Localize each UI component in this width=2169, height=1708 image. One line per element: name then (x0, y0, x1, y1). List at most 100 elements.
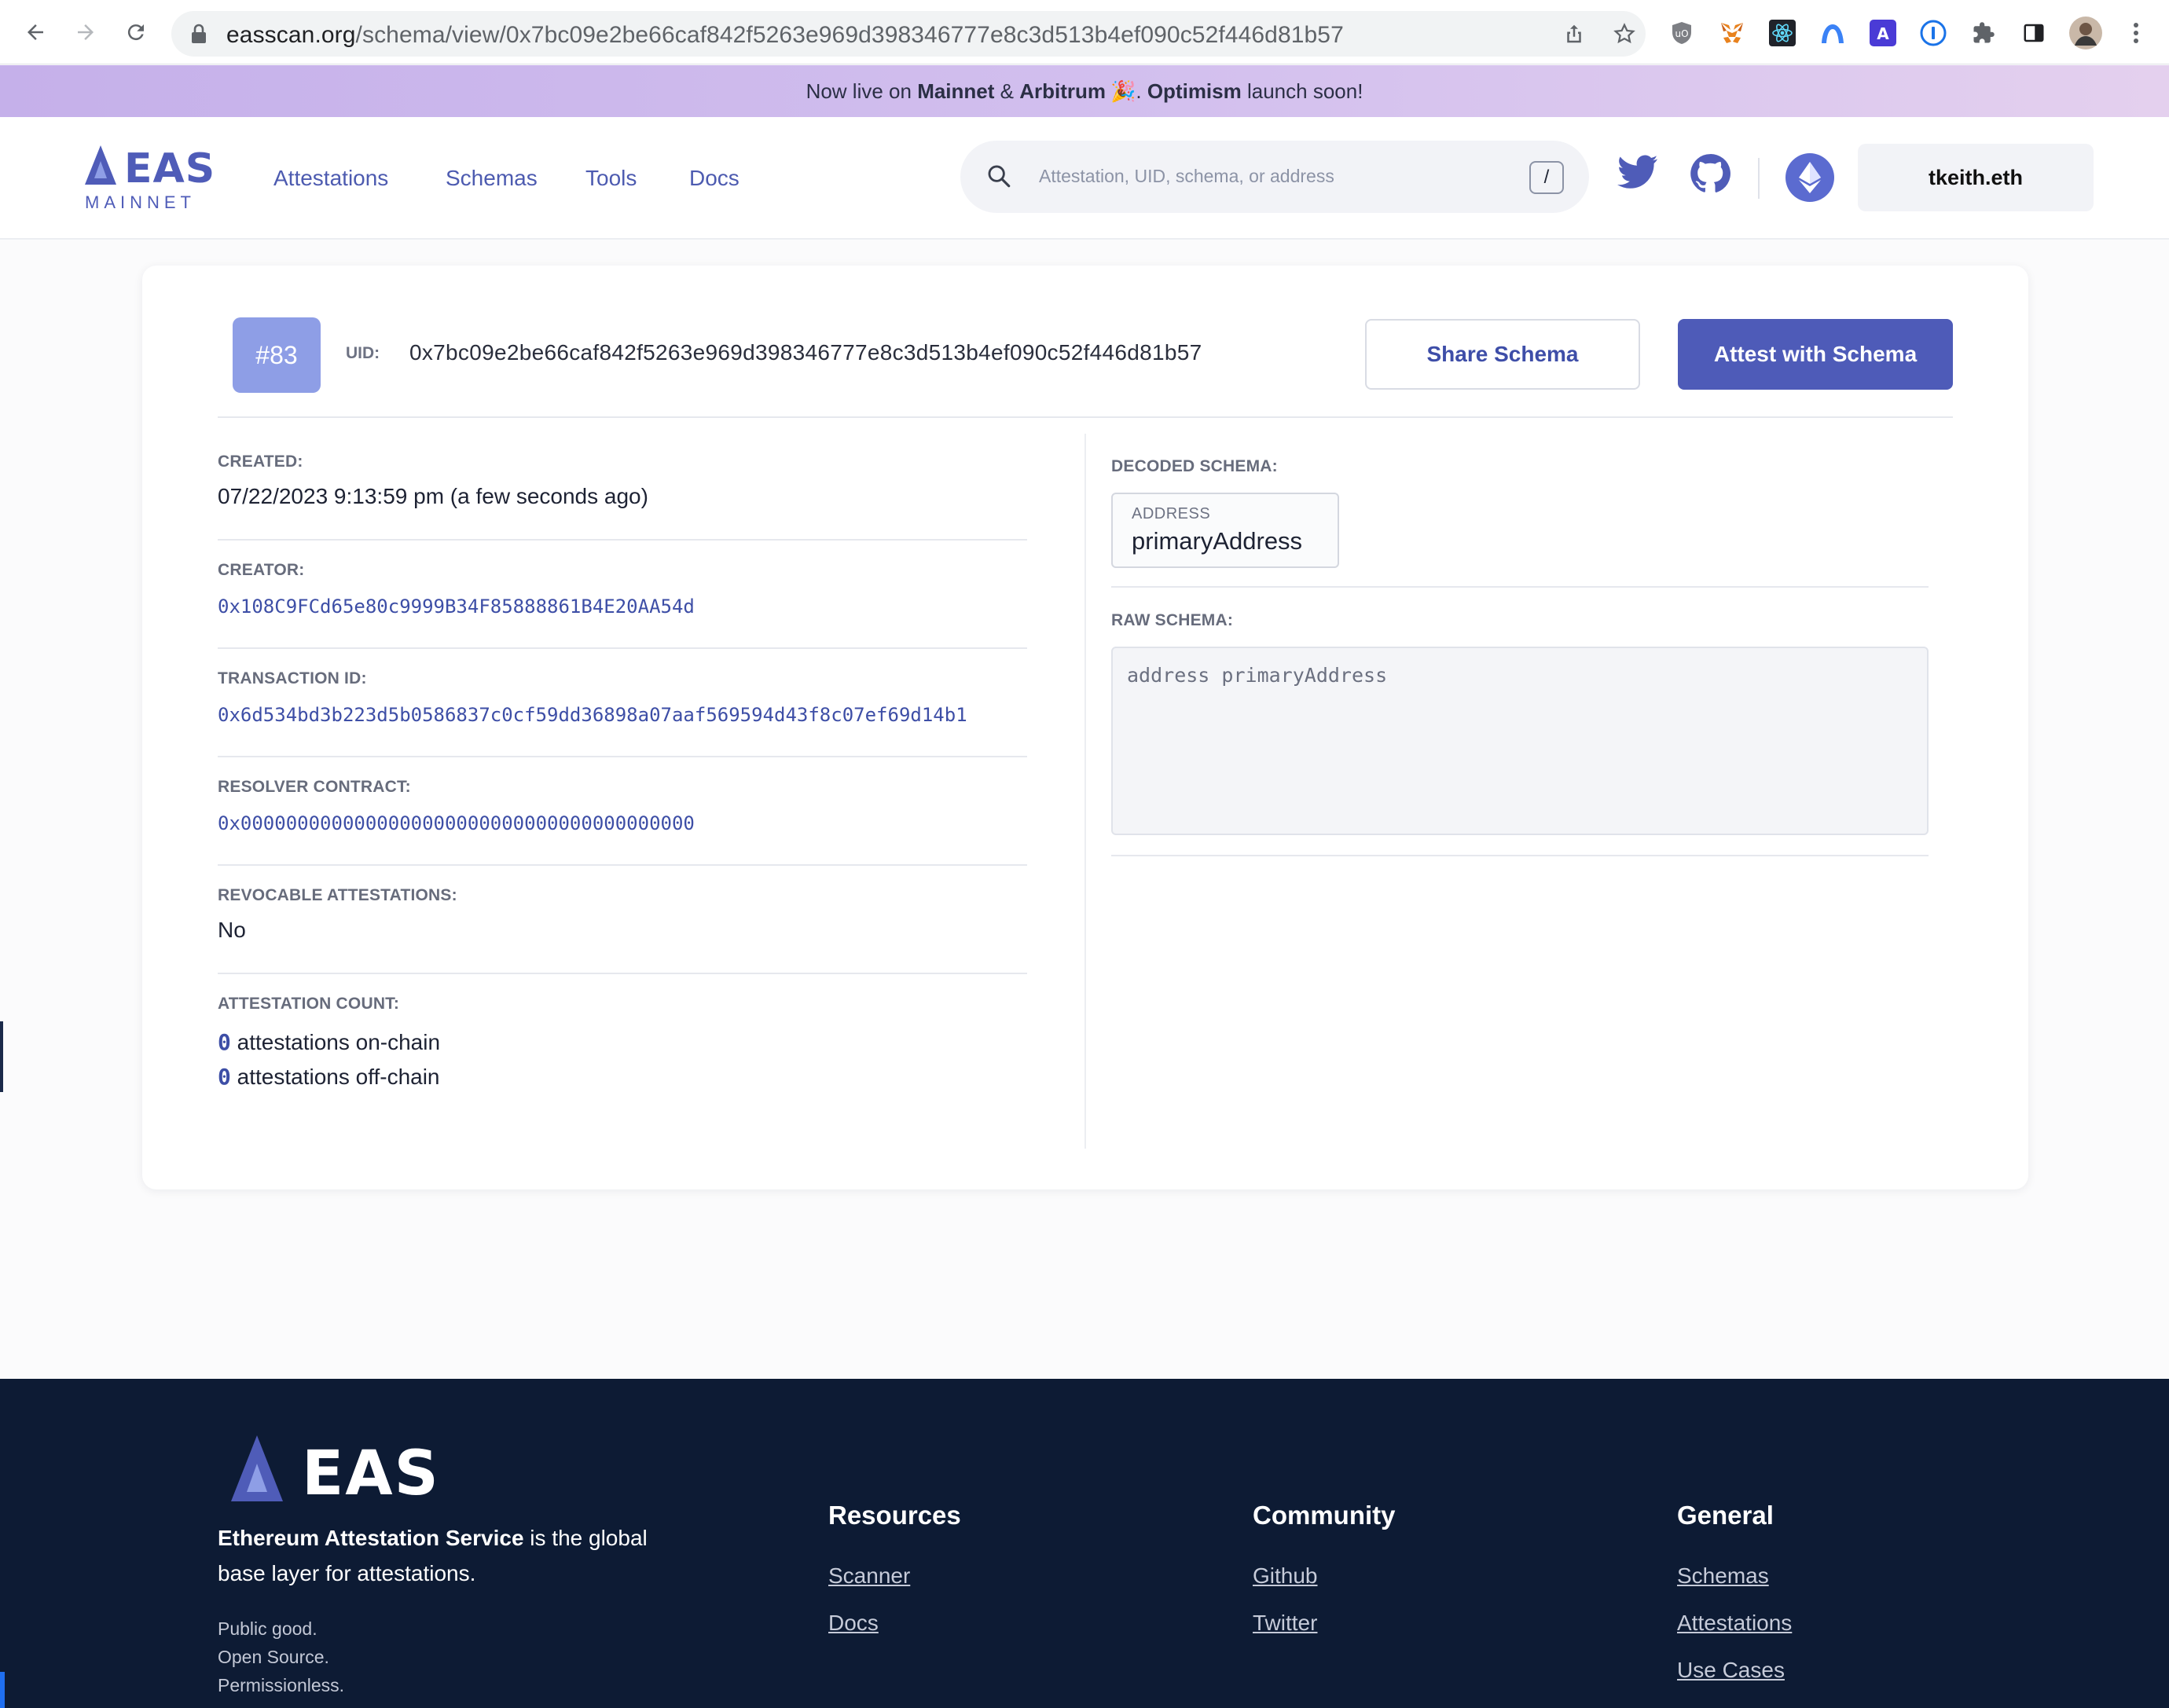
footer-logo[interactable]: EAS (229, 1434, 465, 1512)
transaction-id-link[interactable]: 0x6d534bd3b223d5b0586837c0cf59dd36898a07… (218, 704, 967, 726)
transaction-field: TRANSACTION ID: 0x6d534bd3b223d5b0586837… (218, 669, 1027, 757)
reload-icon[interactable] (118, 14, 154, 50)
side-panel-icon[interactable] (2020, 19, 2048, 47)
search-shortcut-key: / (1529, 161, 1564, 194)
offchain-count: 0 attestations off-chain (218, 1064, 440, 1090)
schema-number-badge: #83 (233, 317, 321, 393)
decoded-field-name: primaryAddress (1132, 527, 1303, 555)
decoded-field-type: ADDRESS (1132, 505, 1211, 522)
resolver-address-link[interactable]: 0x00000000000000000000000000000000000000… (218, 812, 695, 834)
uid-label: UID: (346, 344, 380, 362)
right-divider (1111, 586, 1929, 588)
raw-schema-title: RAW SCHEMA: (1111, 611, 1234, 629)
created-field: CREATED: 07/22/2023 9:13:59 pm (a few se… (218, 453, 1027, 541)
browser-menu-icon[interactable] (2122, 19, 2150, 47)
footer-link-scanner[interactable]: Scanner (828, 1563, 910, 1589)
1password-extension-icon[interactable] (1919, 19, 1947, 47)
logo-wordmark: EAS (124, 145, 216, 192)
wallet-button[interactable]: tkeith.eth (1858, 144, 2094, 211)
ethereum-network-icon[interactable] (1785, 153, 1834, 202)
search-bar[interactable]: Attestation, UID, schema, or address / (960, 141, 1589, 213)
footer-sub-line: Public good. (218, 1618, 317, 1639)
ublock-extension-icon[interactable]: uO (1668, 19, 1696, 47)
onchain-count-text: attestations on-chain (230, 1030, 441, 1054)
share-page-icon[interactable] (1562, 22, 1587, 47)
creator-field: CREATOR: 0x108C9FCd65e80c9999B34F8588886… (218, 561, 1027, 649)
eas-pyramid-icon (85, 145, 116, 185)
forward-icon[interactable] (68, 14, 104, 50)
offchain-count-text: attestations off-chain (230, 1065, 440, 1089)
banner-amp: & (994, 79, 1020, 103)
tagline-bold: Ethereum Attestation Service (218, 1526, 524, 1550)
metamask-extension-icon[interactable] (1718, 19, 1746, 47)
column-divider (1084, 434, 1086, 1149)
revocable-value: No (218, 918, 246, 942)
footer-general-title: General (1677, 1501, 1774, 1530)
github-icon[interactable] (1690, 153, 1730, 198)
back-icon[interactable] (17, 14, 53, 50)
footer-resources-title: Resources (828, 1501, 961, 1530)
nav-attestations[interactable]: Attestations (273, 166, 388, 191)
onchain-count: 0 attestations on-chain (218, 1029, 440, 1055)
arc-extension-icon[interactable] (1819, 19, 1847, 47)
nav-tools[interactable]: Tools (585, 166, 637, 191)
footer-link-use-cases[interactable]: Use Cases (1677, 1658, 1785, 1683)
field-divider (218, 539, 1027, 541)
banner-arbitrum: Arbitrum (1019, 79, 1106, 103)
svg-text:A: A (1877, 24, 1889, 43)
field-divider (218, 756, 1027, 757)
onchain-count-number[interactable]: 0 (218, 1029, 231, 1055)
site-header: EAS MAINNET Attestations Schemas Tools D… (0, 117, 2169, 240)
field-divider (218, 864, 1027, 866)
search-input[interactable]: Attestation, UID, schema, or address (1039, 166, 1334, 187)
footer-pyramid-icon (231, 1435, 283, 1501)
url-host: easscan.org (226, 22, 356, 48)
raw-schema-text: address primaryAddress (1127, 664, 1388, 687)
footer-link-attestations[interactable]: Attestations (1677, 1611, 1792, 1636)
header-divider (1758, 158, 1760, 199)
schema-card: #83 UID: 0x7bc09e2be66caf842f5263e969d39… (142, 266, 2028, 1189)
nav-docs[interactable]: Docs (689, 166, 740, 191)
decoded-schema-label: DECODED SCHEMA: (1111, 457, 1929, 476)
created-label: CREATED: (218, 453, 303, 471)
react-devtools-icon[interactable] (1768, 19, 1796, 47)
attestation-count-field: ATTESTATION COUNT: 0 attestations on-cha… (218, 995, 1027, 1090)
footer-link-twitter[interactable]: Twitter (1253, 1611, 1317, 1636)
footer-community-title: Community (1253, 1501, 1396, 1530)
profile-avatar-icon[interactable] (2068, 16, 2103, 50)
eas-logo[interactable]: EAS MAINNET (82, 144, 215, 214)
address-bar[interactable]: easscan.org/schema/view/0x7bc09e2be66caf… (171, 11, 1646, 57)
left-edge-strip (0, 1021, 3, 1092)
offchain-count-number[interactable]: 0 (218, 1064, 231, 1090)
footer-logo-wordmark: EAS (302, 1439, 440, 1509)
extensions-puzzle-icon[interactable] (1969, 19, 1998, 47)
revocable-label: REVOCABLE ATTESTATIONS: (218, 886, 457, 904)
resolver-field: RESOLVER CONTRACT: 0x0000000000000000000… (218, 778, 1027, 866)
site-footer: EAS Ethereum Attestation Service is the … (0, 1379, 2169, 1708)
decoded-schema-chip: ADDRESS primaryAddress (1111, 493, 1339, 568)
browser-toolbar: easscan.org/schema/view/0x7bc09e2be66caf… (0, 0, 2169, 64)
svg-text:uO: uO (1675, 28, 1688, 39)
banner-optimism: Optimism (1147, 79, 1242, 103)
attest-with-schema-button[interactable]: Attest with Schema (1678, 319, 1953, 390)
revocable-field: REVOCABLE ATTESTATIONS: No (218, 886, 1027, 974)
creator-address-link[interactable]: 0x108C9FCd65e80c9999B34F85888861B4E20AA5… (218, 596, 695, 618)
lock-icon[interactable] (190, 24, 207, 48)
card-divider (218, 416, 1953, 418)
bookmark-star-icon[interactable] (1613, 22, 1638, 47)
url-text[interactable]: easscan.org/schema/view/0x7bc09e2be66caf… (226, 22, 1344, 49)
footer-link-schemas[interactable]: Schemas (1677, 1563, 1769, 1589)
twitter-icon[interactable] (1617, 155, 1658, 193)
banner-suffix: launch soon! (1241, 79, 1363, 103)
raw-schema-textarea[interactable]: address primaryAddress (1111, 647, 1929, 835)
authenticator-extension-icon[interactable]: A (1869, 19, 1897, 47)
banner-dot: . (1136, 79, 1147, 103)
footer-tagline: Ethereum Attestation Service is the glob… (218, 1520, 689, 1591)
footer-link-docs[interactable]: Docs (828, 1611, 879, 1636)
footer-link-github[interactable]: Github (1253, 1563, 1318, 1589)
transaction-label: TRANSACTION ID: (218, 669, 367, 687)
right-divider (1111, 855, 1929, 856)
share-schema-button[interactable]: Share Schema (1365, 319, 1640, 390)
banner-mainnet: Mainnet (917, 79, 995, 103)
nav-schemas[interactable]: Schemas (446, 166, 538, 191)
